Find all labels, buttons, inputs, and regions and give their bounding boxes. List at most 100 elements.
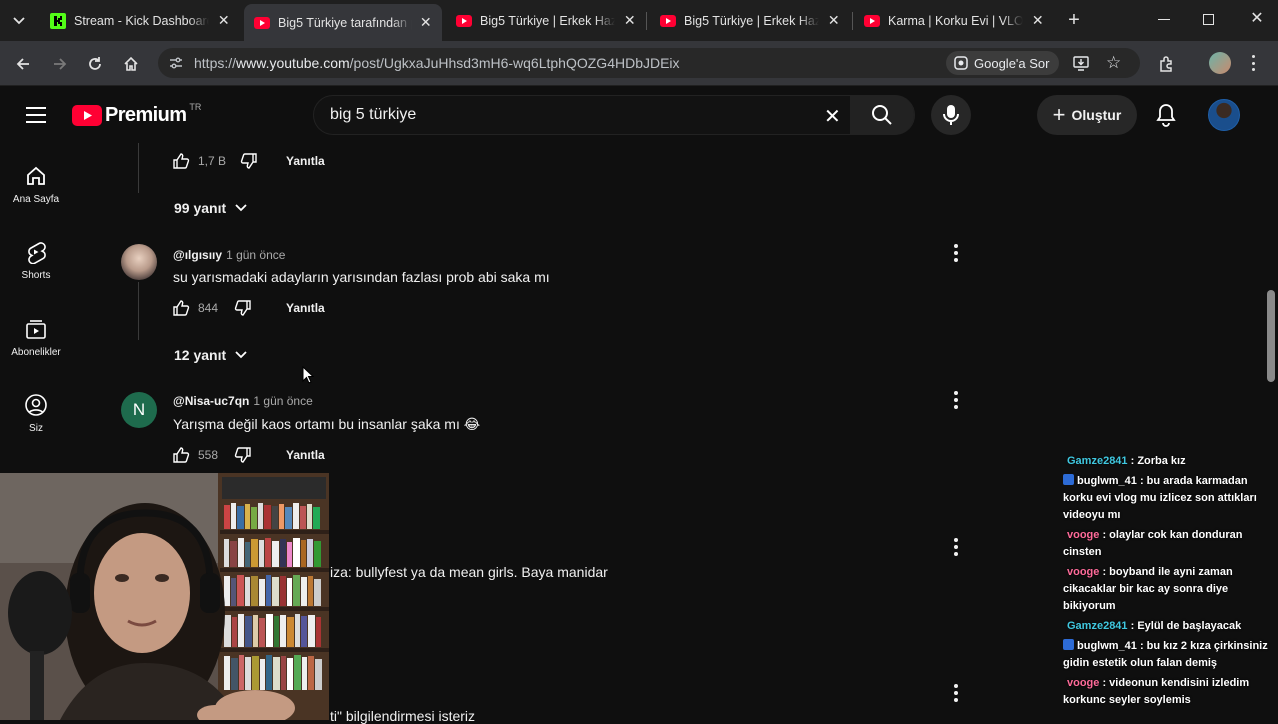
tab-big5-erkek-2[interactable]: Big5 Türkiye | Erkek Hazırlık ✕ [650,4,850,37]
home-button-icon[interactable] [118,51,144,77]
comment-time[interactable]: 1 gün önce [253,394,312,408]
youtube-icon [864,13,880,29]
sidebar-item-label: Ana Sayfa [12,194,60,205]
google-sor-button[interactable]: Google'a Sor [946,51,1060,75]
extensions-icon[interactable] [1154,51,1180,77]
back-icon[interactable] [10,51,36,77]
search-input[interactable]: big 5 türkiye [330,106,416,124]
tab-big5-erkek-1[interactable]: Big5 Türkiye | Erkek Hazırlık ✕ [446,4,646,37]
sidebar-item-home[interactable]: Ana Sayfa [0,164,72,205]
browser-toolbar: https://www.youtube.com/post/UgkxaJuHhsd… [0,41,1278,86]
tab-big5-post[interactable]: Big5 Türkiye tarafından paylaşıldı ✕ [244,4,442,41]
subscriber-badge-icon [1063,474,1074,485]
close-tab-icon[interactable]: ✕ [420,14,432,31]
create-button[interactable]: + Oluştur [1037,95,1137,135]
create-label: Oluştur [1071,107,1122,123]
close-tab-icon[interactable]: ✕ [217,12,230,29]
stream-chat-overlay: Gamze2841 : Zorba kız buglwm_41 : bu arad… [1063,453,1278,720]
dislike-icon[interactable] [234,446,252,464]
comment-author[interactable]: @Nisa-uc7qn [173,394,249,408]
chat-username[interactable]: buglwm_41 [1077,640,1137,652]
commenter-avatar[interactable] [121,244,157,280]
profile-avatar[interactable] [1209,52,1231,74]
chat-message: buglwm_41 : bu arada karmadan korku evi … [1063,473,1278,524]
dislike-icon[interactable] [240,152,258,170]
comment-menu-icon[interactable] [946,683,966,703]
close-window-icon[interactable]: ✕ [1248,10,1266,28]
chat-username[interactable]: Gamze2841 [1067,455,1128,467]
page-scrollbar[interactable] [1267,290,1275,382]
voice-search-button[interactable] [931,95,971,135]
chevron-down-icon [235,204,247,212]
chat-username[interactable]: vooge [1067,677,1099,689]
comment-author[interactable]: @ılgısııy [173,248,222,262]
youtube-logo-icon [72,105,102,126]
chat-username[interactable]: vooge [1067,529,1099,541]
logo-text: Premium [105,104,187,126]
like-count: 844 [198,301,219,315]
reply-button[interactable]: Yanıtla [286,154,325,168]
search-box[interactable]: big 5 türkiye ✕ [313,95,915,135]
url-host: www.youtube.com [236,55,350,71]
sidebar-item-you[interactable]: Siz [0,393,72,434]
thread-connector [138,282,139,340]
sidebar-item-shorts[interactable]: Shorts [0,240,72,281]
reply-button[interactable]: Yanıtla [286,301,325,315]
tab-kick-dashboard[interactable]: Stream - Kick Dashboard ✕ [40,4,240,37]
tab-karma-korku-evi[interactable]: Karma | Korku Evi | VLOG ✕ [854,4,1054,37]
address-bar[interactable]: https://www.youtube.com/post/UgkxaJuHhsd… [158,48,1140,78]
tab-search-dropdown-icon[interactable] [10,12,28,30]
bookmark-star-icon[interactable]: ☆ [1106,53,1121,73]
chat-username[interactable]: buglwm_41 [1077,475,1137,487]
google-sor-label: Google'a Sor [974,55,1050,71]
tab-title: Stream - Kick Dashboard [74,13,210,28]
webcam-overlay [0,473,329,720]
comment-actions: 844 Yanıtla [172,296,325,320]
comment-menu-icon[interactable] [946,243,966,263]
tab-title: Karma | Korku Evi | VLOG [888,13,1024,28]
comment-menu-icon[interactable] [946,390,966,410]
new-tab-icon[interactable]: + [1064,10,1084,30]
restore-icon[interactable] [1203,14,1214,25]
chat-message-text: : Zorba kız [1127,455,1186,467]
browser-menu-icon[interactable] [1252,55,1256,71]
like-icon[interactable] [172,446,190,464]
like-icon[interactable] [172,299,190,317]
search-button[interactable] [850,95,914,135]
install-app-icon[interactable] [1072,54,1090,77]
reload-icon[interactable] [82,51,108,77]
clear-search-icon[interactable]: ✕ [824,104,841,129]
youtube-icon [456,13,472,29]
close-tab-icon[interactable]: ✕ [623,12,636,29]
youtube-masthead: Premium TR big 5 türkiye ✕ + Oluştur [0,87,1278,143]
reply-button[interactable]: Yanıtla [286,448,325,462]
close-tab-icon[interactable]: ✕ [827,12,840,29]
minimize-icon[interactable] [1158,19,1170,20]
lens-icon [954,56,968,70]
sidebar-item-subscriptions[interactable]: Abonelikler [0,317,72,358]
close-tab-icon[interactable]: ✕ [1031,12,1044,29]
comment-menu-icon[interactable] [946,537,966,557]
tab-title: Big5 Türkiye | Erkek Hazırlık [480,13,616,28]
replies-toggle[interactable]: 99 yanıt [174,200,248,216]
forward-icon[interactable] [47,51,73,77]
notifications-bell-icon[interactable] [1155,103,1177,132]
like-count: 1,7 B [198,154,227,168]
search-icon [872,105,892,125]
dislike-icon[interactable] [234,299,252,317]
youtube-premium-logo[interactable]: Premium TR [72,102,201,127]
replies-toggle[interactable]: 12 yanıt [174,347,248,363]
account-avatar[interactable] [1208,99,1240,131]
site-info-icon[interactable] [168,55,184,76]
sidebar-item-label: Siz [29,423,43,434]
tab-title: Big5 Türkiye | Erkek Hazırlık [684,13,820,28]
like-count: 558 [198,448,219,462]
chat-username[interactable]: Gamze2841 [1067,620,1128,632]
comment-time[interactable]: 1 gün önce [226,248,285,262]
guide-menu-icon[interactable] [26,107,46,123]
url-path: /post/UgkxaJuHhsd3mH6-wq6LtphQOZG4HDbJDE… [349,55,680,71]
like-icon[interactable] [172,152,190,170]
comment-text: Yarışma değil kaos ortamı bu insanlar şa… [173,416,481,432]
commenter-avatar[interactable]: N [121,392,157,428]
chat-username[interactable]: vooge [1067,566,1099,578]
